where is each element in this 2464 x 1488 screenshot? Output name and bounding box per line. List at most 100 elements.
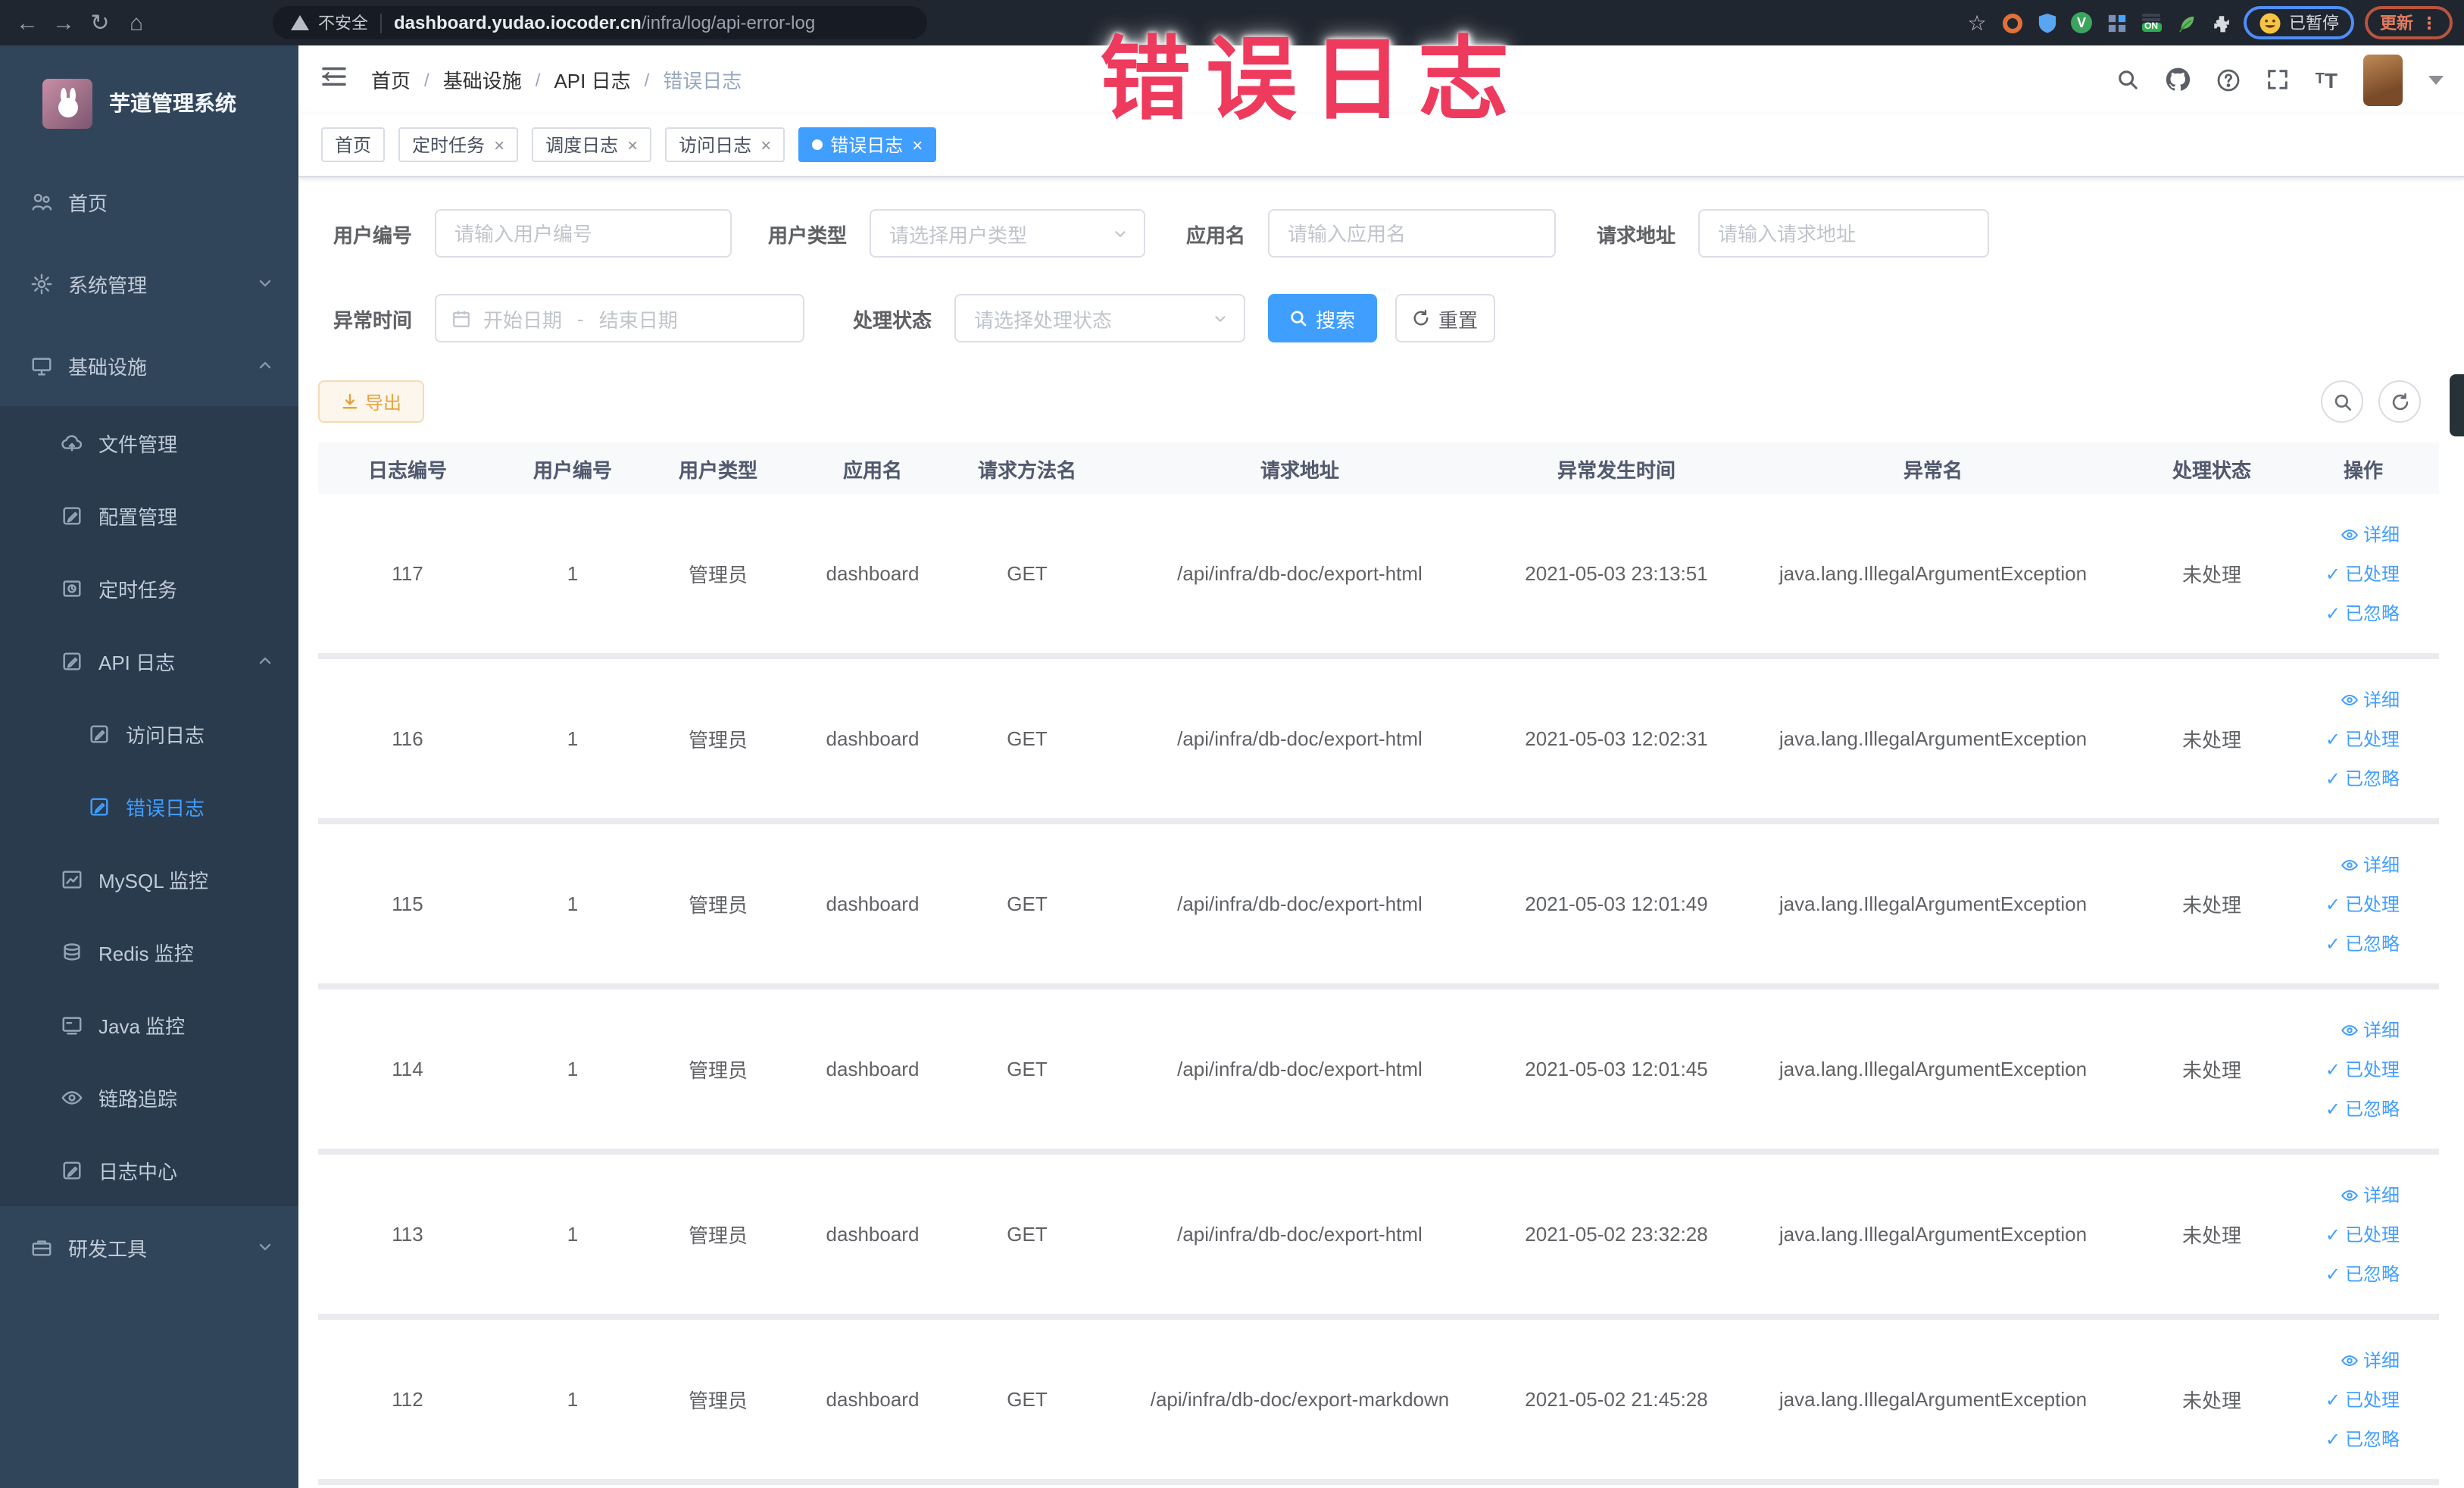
request-url-input[interactable] [1698,209,1989,258]
tab-schedule-log[interactable]: 调度日志 × [532,127,652,162]
sidebar-item-config-management[interactable]: 配置管理 [0,479,298,552]
cell-app-name: dashboard [826,1058,920,1080]
sidebar: 芋道管理系统 首页 系统管理 基础设施 文件管理 配置管理 定时任务 API 日… [0,45,298,1488]
breadcrumb-api-log[interactable]: API 日志 [554,65,630,94]
process-status-select[interactable]: 请选择处理状态 [954,294,1245,342]
cell-log-id: 116 [392,727,423,750]
mark-processed-link[interactable]: ✓ 已处理 [2325,1056,2400,1082]
extension-shield-icon[interactable] [2035,11,2059,35]
sidebar-item-scheduled-tasks[interactable]: 定时任务 [0,552,298,624]
bookmark-star-icon[interactable]: ☆ [1965,10,1989,35]
table-row[interactable]: 116 1 管理员 dashboard GET /api/infra/db-do… [318,659,2439,824]
sidebar-item-label: 链路追踪 [98,1087,178,1110]
extension-orange-icon[interactable] [2000,11,2024,35]
smiley-avatar-icon [2259,12,2281,33]
extension-leaf-icon[interactable] [2174,11,2198,35]
mark-processed-link[interactable]: ✓ 已处理 [2325,891,2400,917]
mark-processed-link[interactable]: ✓ 已处理 [2325,726,2400,752]
ignored-link-label: 已忽略 [2344,1264,2400,1285]
close-icon[interactable]: × [760,134,771,155]
reset-button[interactable]: 重置 [1395,294,1495,342]
close-icon[interactable]: × [494,134,504,155]
extension-on-switch-icon[interactable]: ON [2139,11,2163,35]
address-bar[interactable]: 不安全 dashboard.yudao.iocoder.cn/infra/log… [273,6,927,39]
sidebar-toggle-icon[interactable] [321,64,347,95]
detail-link[interactable]: 详细 [2341,852,2400,877]
detail-link[interactable]: 详细 [2341,1347,2400,1373]
sidebar-item-log-center[interactable]: 日志中心 [0,1133,298,1206]
sidebar-item-mysql-monitor[interactable]: MySQL 监控 [0,842,298,915]
table-row[interactable]: 114 1 管理员 dashboard GET /api/infra/db-do… [318,989,2439,1155]
date-start-placeholder: 开始日期 [483,308,563,331]
mark-processed-link[interactable]: ✓ 已处理 [2325,1221,2400,1247]
gear-icon [31,273,52,294]
sidebar-item-api-log[interactable]: API 日志 [0,624,298,697]
user-id-input[interactable] [435,209,732,258]
export-button[interactable]: 导出 [318,380,424,423]
sidebar-item-dev-tools[interactable]: 研发工具 [0,1206,298,1288]
sidebar-item-file-management[interactable]: 文件管理 [0,406,298,479]
refresh-table-button[interactable] [2378,380,2421,423]
mark-ignored-link[interactable]: ✓ 已忽略 [2325,765,2400,791]
date-range-picker[interactable]: 开始日期 - 结束日期 [435,294,804,342]
extension-green-v-icon[interactable]: V [2069,11,2094,35]
sidebar-item-home[interactable]: 首页 [0,161,298,242]
detail-link[interactable]: 详细 [2341,521,2400,547]
table-row[interactable]: 113 1 管理员 dashboard GET /api/infra/db-do… [318,1155,2439,1320]
mark-ignored-link[interactable]: ✓ 已忽略 [2325,930,2400,956]
sidebar-item-redis-monitor[interactable]: Redis 监控 [0,915,298,988]
fullscreen-icon[interactable] [2267,68,2290,91]
mark-ignored-link[interactable]: ✓ 已忽略 [2325,1261,2400,1286]
app-name-input[interactable] [1268,209,1556,258]
home-icon[interactable]: ⌂ [118,10,155,36]
tab-home[interactable]: 首页 [321,127,386,162]
forward-icon[interactable]: → [45,10,82,36]
sidebar-item-access-log[interactable]: 访问日志 [0,697,298,770]
app-logo[interactable]: 芋道管理系统 [0,45,298,161]
tab-error-log[interactable]: 错误日志 × [798,127,937,162]
sidebar-item-infra[interactable]: 基础设施 [0,324,298,406]
search-button[interactable]: 搜索 [1268,294,1377,342]
table-row[interactable]: 115 1 管理员 dashboard GET /api/infra/db-do… [318,824,2439,989]
font-size-icon[interactable]: TT [2316,67,2338,92]
cell-actions: 详细 ✓ 已处理 ✓ 已忽略 [2288,824,2439,983]
sidebar-item-error-log[interactable]: 错误日志 [0,770,298,842]
mark-ignored-link[interactable]: ✓ 已忽略 [2325,1426,2400,1452]
tab-scheduled-tasks[interactable]: 定时任务 × [398,127,519,162]
profile-paused-pill[interactable]: 已暂停 [2244,6,2354,39]
extension-grid-icon[interactable] [2104,11,2128,35]
sidebar-item-tracing[interactable]: 链路追踪 [0,1061,298,1133]
detail-link[interactable]: 详细 [2341,1017,2400,1043]
sidebar-item-system[interactable]: 系统管理 [0,242,298,324]
breadcrumb-home[interactable]: 首页 [371,65,411,94]
close-icon[interactable]: × [912,134,923,155]
avatar[interactable] [2363,54,2403,105]
mark-ignored-link[interactable]: ✓ 已忽略 [2325,1096,2400,1121]
extensions-puzzle-icon[interactable] [2209,11,2233,35]
reload-icon[interactable]: ↻ [82,9,118,36]
table-row[interactable]: 112 1 管理员 dashboard GET /api/infra/db-do… [318,1320,2439,1485]
breadcrumb-infra[interactable]: 基础设施 [443,65,522,94]
sidebar-item-label: 文件管理 [98,433,178,455]
mark-processed-link[interactable]: ✓ 已处理 [2325,1386,2400,1412]
toggle-search-button[interactable] [2321,380,2363,423]
header-search-icon[interactable] [2117,68,2140,91]
search-icon [2334,393,2351,411]
browser-update-pill[interactable]: 更新 ⋮ [2365,6,2453,39]
tab-access-log[interactable]: 访问日志 × [665,127,785,162]
settings-drawer-handle[interactable] [2450,374,2464,436]
sidebar-item-label: Java 监控 [98,1014,186,1037]
detail-link[interactable]: 详细 [2341,686,2400,712]
cell-app-name: dashboard [826,727,920,750]
sidebar-item-java-monitor[interactable]: Java 监控 [0,988,298,1061]
detail-link[interactable]: 详细 [2341,1182,2400,1208]
mark-ignored-link[interactable]: ✓ 已忽略 [2325,600,2400,626]
mark-processed-link[interactable]: ✓ 已处理 [2325,561,2400,586]
github-icon[interactable] [2166,67,2191,92]
close-icon[interactable]: × [627,134,638,155]
help-icon[interactable] [2217,67,2241,92]
user-type-select[interactable]: 请选择用户类型 [870,209,1145,258]
table-row[interactable]: 117 1 管理员 dashboard GET /api/infra/db-do… [318,494,2439,659]
avatar-caret-icon[interactable] [2428,75,2444,84]
back-icon[interactable]: ← [9,10,45,36]
